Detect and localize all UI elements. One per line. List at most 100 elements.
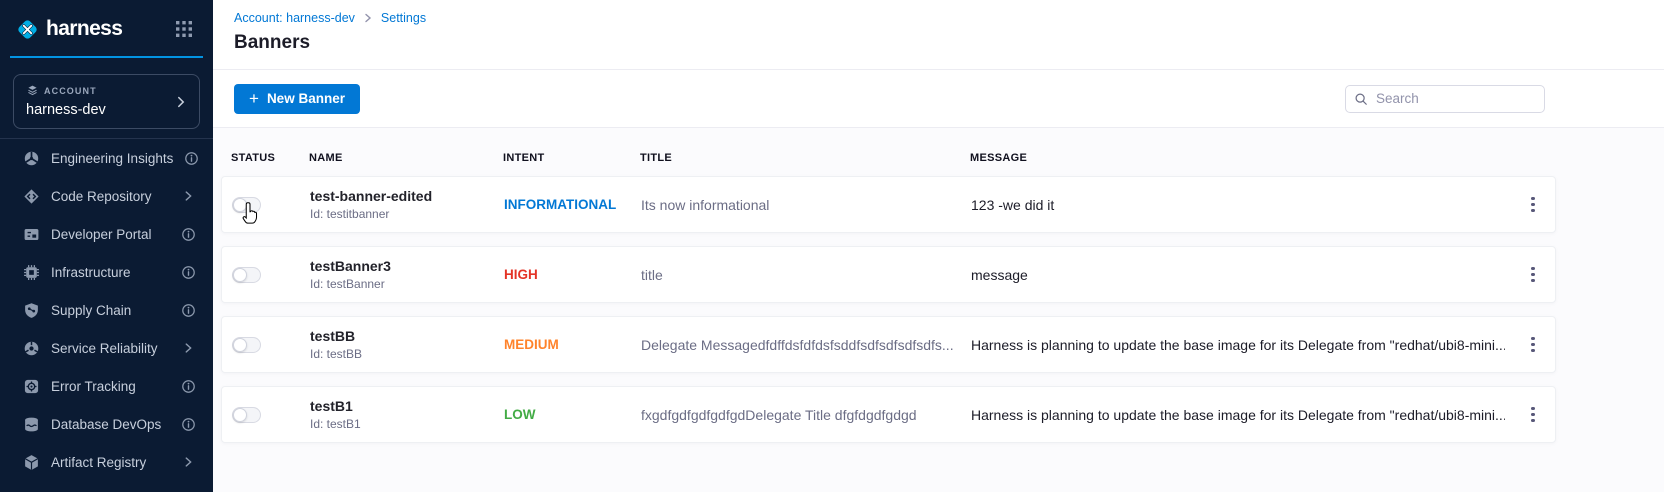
- name-cell: testBanner3 Id: testBanner: [310, 258, 504, 291]
- row-menu-button[interactable]: [1521, 262, 1545, 288]
- banner-message: message: [971, 267, 1505, 283]
- status-cell: [232, 197, 310, 213]
- chevron-right-icon: [181, 341, 196, 356]
- sidebar-item-infrastructure[interactable]: Infrastructure: [0, 253, 213, 291]
- banner-name: testBanner3: [310, 258, 504, 274]
- plus-icon: +: [249, 90, 259, 107]
- name-cell: testBB Id: testBB: [310, 328, 504, 361]
- apps-grid-icon[interactable]: [175, 20, 193, 38]
- toggle-knob: [233, 338, 247, 352]
- account-label: ACCOUNT: [44, 86, 97, 96]
- name-cell: testB1 Id: testB1: [310, 398, 504, 431]
- column-header-name: NAME: [309, 152, 503, 164]
- sidebar-nav: Engineering Insights Code Repository Dev…: [0, 139, 213, 481]
- info-icon[interactable]: [181, 227, 196, 242]
- sidebar-item-label: Infrastructure: [51, 265, 170, 280]
- table-row[interactable]: testBanner3 Id: testBanner HIGH title me…: [221, 246, 1556, 303]
- intent-badge: INFORMATIONAL: [504, 197, 641, 212]
- page-header: Account: harness-dev Settings Banners: [213, 0, 1664, 70]
- banner-message: Harness is planning to update the base i…: [971, 407, 1505, 423]
- row-menu-button[interactable]: [1521, 402, 1545, 428]
- info-icon[interactable]: [181, 265, 196, 280]
- new-banner-button-label: New Banner: [267, 91, 345, 106]
- status-cell: [232, 337, 310, 353]
- sidebar-item-supply-chain[interactable]: Supply Chain: [0, 291, 213, 329]
- breadcrumb-settings-link[interactable]: Settings: [381, 11, 426, 25]
- infrastructure-icon: [23, 264, 40, 281]
- banners-table: STATUS NAME INTENT TITLE MESSAGE test-ba…: [213, 128, 1664, 492]
- banner-id: Id: testB1: [310, 417, 504, 431]
- sidebar-item-label: Supply Chain: [51, 303, 170, 318]
- sidebar-item-label: Error Tracking: [51, 379, 170, 394]
- new-banner-button[interactable]: + New Banner: [234, 84, 360, 114]
- table-row[interactable]: test-banner-edited Id: testitbanner INFO…: [221, 176, 1556, 233]
- banner-id: Id: testBanner: [310, 277, 504, 291]
- sidebar-item-developer-portal[interactable]: Developer Portal: [0, 215, 213, 253]
- info-icon[interactable]: [184, 151, 199, 166]
- intent-badge: HIGH: [504, 267, 641, 282]
- sidebar-item-error-tracking[interactable]: Error Tracking: [0, 367, 213, 405]
- row-menu-button[interactable]: [1521, 332, 1545, 358]
- status-toggle[interactable]: [232, 197, 261, 213]
- chevron-right-icon: [181, 189, 196, 204]
- banner-title: Its now informational: [641, 197, 971, 213]
- search-icon: [1354, 92, 1368, 106]
- page-title: Banners: [234, 32, 1664, 54]
- intent-badge: LOW: [504, 407, 641, 422]
- column-header-status: STATUS: [231, 152, 309, 164]
- toggle-knob: [233, 268, 247, 282]
- harness-logo-icon: [14, 16, 41, 43]
- sidebar: harness ACCOUNT harness-dev: [0, 0, 213, 492]
- status-toggle[interactable]: [232, 407, 261, 423]
- table-row[interactable]: testBB Id: testBB MEDIUM Delegate Messag…: [221, 316, 1556, 373]
- row-menu-button[interactable]: [1521, 192, 1545, 218]
- toolbar: + New Banner: [213, 70, 1664, 128]
- banner-title: Delegate Messagedfdffdsfdfdsfsddfsdfsdfs…: [641, 337, 971, 353]
- main-content: Account: harness-dev Settings Banners + …: [213, 0, 1664, 492]
- banner-name: testBB: [310, 328, 504, 344]
- info-icon[interactable]: [181, 417, 196, 432]
- developer-portal-icon: [23, 226, 40, 243]
- chevron-right-icon: [174, 95, 188, 109]
- name-cell: test-banner-edited Id: testitbanner: [310, 188, 504, 221]
- code-repository-icon: [23, 188, 40, 205]
- column-header-message: MESSAGE: [970, 152, 1506, 164]
- info-icon[interactable]: [181, 379, 196, 394]
- sidebar-accent-line: [10, 56, 203, 58]
- sidebar-item-database-devops[interactable]: Database DevOps: [0, 405, 213, 443]
- status-cell: [232, 267, 310, 283]
- table-header-row: STATUS NAME INTENT TITLE MESSAGE: [221, 140, 1556, 176]
- breadcrumb-account-link[interactable]: Account: harness-dev: [234, 11, 355, 25]
- account-name: harness-dev: [26, 102, 187, 118]
- search-input[interactable]: [1374, 90, 1536, 107]
- sidebar-header: harness: [0, 0, 213, 44]
- info-icon[interactable]: [181, 303, 196, 318]
- database-devops-icon: [23, 416, 40, 433]
- service-reliability-icon: [23, 340, 40, 357]
- banner-message: 123 -we did it: [971, 197, 1505, 213]
- status-toggle[interactable]: [232, 267, 261, 283]
- supply-chain-icon: [23, 302, 40, 319]
- app-root: harness ACCOUNT harness-dev: [0, 0, 1664, 492]
- status-cell: [232, 407, 310, 423]
- sidebar-item-label: Service Reliability: [51, 341, 170, 356]
- banner-id: Id: testBB: [310, 347, 504, 361]
- sidebar-item-artifact-registry[interactable]: Artifact Registry: [0, 443, 213, 481]
- sidebar-item-code-repository[interactable]: Code Repository: [0, 177, 213, 215]
- status-toggle[interactable]: [232, 337, 261, 353]
- sidebar-item-service-reliability[interactable]: Service Reliability: [0, 329, 213, 367]
- account-selector[interactable]: ACCOUNT harness-dev: [13, 74, 200, 129]
- chevron-right-icon: [181, 455, 196, 470]
- error-tracking-icon: [23, 378, 40, 395]
- column-header-title: TITLE: [640, 152, 970, 164]
- table-row[interactable]: testB1 Id: testB1 LOW fxgdfgdfgdfgdfgdDe…: [221, 386, 1556, 443]
- toggle-knob: [233, 198, 247, 212]
- search-box[interactable]: [1345, 85, 1545, 113]
- banner-message: Harness is planning to update the base i…: [971, 337, 1505, 353]
- harness-logo[interactable]: harness: [14, 16, 122, 43]
- artifact-registry-icon: [23, 454, 40, 471]
- sidebar-item-engineering-insights[interactable]: Engineering Insights: [0, 139, 213, 177]
- column-header-intent: INTENT: [503, 152, 640, 164]
- banner-name: testB1: [310, 398, 504, 414]
- sidebar-item-label: Code Repository: [51, 189, 170, 204]
